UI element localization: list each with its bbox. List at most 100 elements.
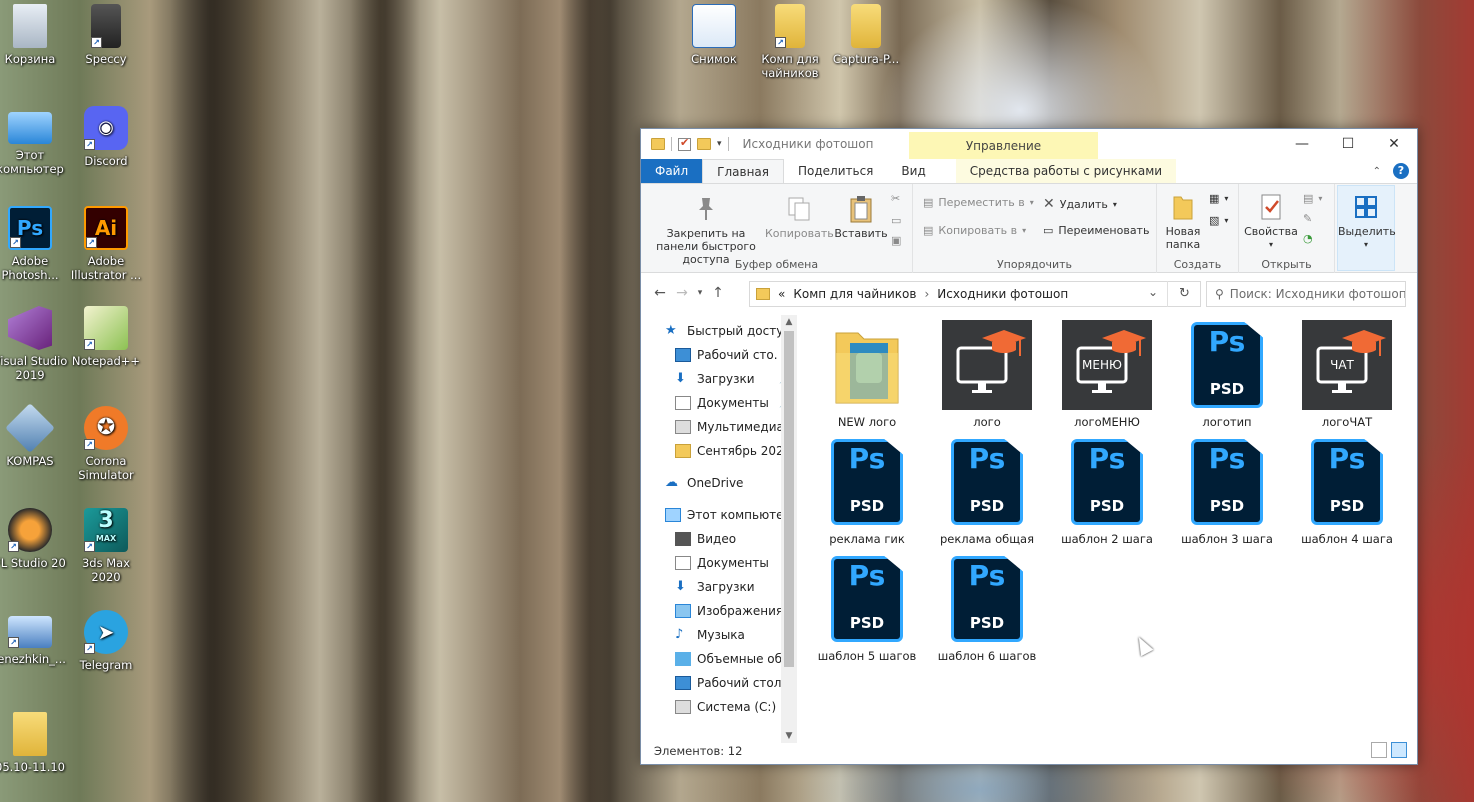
file-item[interactable]: Ps PSD шаблон 6 шагов [931,553,1043,663]
copy-to-button[interactable]: ▤ Копировать в ▾ [923,224,1026,237]
desktop-icon-captura[interactable]: Captura-P... [828,4,904,66]
breadcrumb-item[interactable]: Комп для чайников [793,287,916,301]
tab-manage[interactable]: Управление [909,132,1098,159]
desktop-icon-this-pc[interactable]: Этот компьютер [0,106,68,176]
nav-item[interactable]: Этот компьютер [641,503,797,527]
tab-picture-tools[interactable]: Средства работы с рисунками [955,159,1177,183]
nav-item[interactable]: ☁ OneDrive [641,471,797,495]
refresh-button[interactable]: ↻ [1167,281,1201,307]
breadcrumb-overflow[interactable]: « [778,287,785,301]
desktop-icon-corona[interactable]: ✪ ↗ Corona Simulator [68,406,144,482]
open-group: Свойства ▾ ▤ ▾ ✎ ◔ Открыть [1239,184,1335,273]
address-bar[interactable]: « Комп для чайников › Исходники фотошоп … [749,281,1201,307]
nav-item[interactable]: Сентябрь 2020 [641,439,797,463]
rename-button[interactable]: ▭ Переименовать [1043,224,1149,237]
customize-toolbar-icon[interactable]: ▾ [717,139,722,149]
desktop-icon-photoshop[interactable]: Ps ↗ Adobe Photosh... [0,206,68,282]
nav-item[interactable]: Видео [641,527,797,551]
desktop-icon-illustrator[interactable]: Ai ↗ Adobe Illustrator ... [68,206,144,282]
file-item[interactable]: лого [931,319,1043,429]
tab-share[interactable]: Поделиться [784,159,887,183]
nav-item[interactable]: Изображения [641,599,797,623]
file-item[interactable]: Ps PSD шаблон 3 шага [1171,436,1283,546]
file-item[interactable]: МЕНЮ логоМЕНЮ [1051,319,1163,429]
file-item[interactable]: Ps PSD шаблон 4 шага [1291,436,1403,546]
desktop-icon-fl-studio[interactable]: ↗ FL Studio 20 [0,508,68,570]
file-item[interactable]: Ps PSD логотип [1171,319,1283,429]
address-dropdown-icon[interactable]: ⌄ [1148,285,1158,299]
new-item-button[interactable]: ▦ ▾ [1209,192,1228,205]
desktop-icon-speccy[interactable]: ↗ Speccy [68,4,144,66]
nav-item[interactable]: ★ Быстрый доступ [641,319,797,343]
properties-button[interactable]: Свойства ▾ [1241,192,1301,251]
minimize-button[interactable]: — [1279,129,1325,159]
desktop-icon-telegram[interactable]: ➤ ↗ Telegram [68,610,144,672]
new-folder-button[interactable]: Новая папка [1161,192,1205,251]
nav-item[interactable]: ⬇Загрузки📌 [641,367,797,391]
close-button[interactable]: ✕ [1371,129,1417,159]
easy-access-button[interactable]: ▧ ▾ [1209,214,1228,227]
delete-button[interactable]: ✕ Удалить ▾ [1043,196,1117,212]
desktop-icon-recycle-bin[interactable]: Корзина [0,4,68,66]
file-item[interactable]: Ps PSD шаблон 2 шага [1051,436,1163,546]
back-button[interactable]: ← [649,285,671,301]
file-item[interactable]: Ps PSD реклама общая [931,436,1043,546]
title-bar[interactable]: ▾ Исходники фотошоп Управление — ☐ ✕ [641,129,1417,159]
history-button[interactable]: ◔ [1303,232,1313,245]
collapse-ribbon-icon[interactable]: ⌃ [1373,166,1381,177]
file-item[interactable]: NEW лого [811,319,923,429]
breadcrumb-item[interactable]: Исходники фотошоп [937,287,1068,301]
nav-item[interactable]: ⬇ Загрузки [641,575,797,599]
large-icons-view-button[interactable] [1391,742,1407,758]
nav-item[interactable]: Документы📌 [641,391,797,415]
desktop-icon-discord[interactable]: ◉ ↗ Discord [68,106,144,168]
search-box[interactable]: ⚲ Поиск: Исходники фотошоп [1206,281,1406,307]
details-view-button[interactable] [1371,742,1387,758]
desktop-icon-komp-dlya-chaynikov[interactable]: ↗ Комп для чайников [752,4,828,80]
copy-button[interactable]: Копировать [765,194,834,240]
open-button[interactable]: ▤ ▾ [1303,192,1322,205]
nav-item[interactable]: Объемные объ [641,647,797,671]
desktop-icon-folder-0510[interactable]: 05.10-11.10 [0,712,68,774]
select-label: Выделить [1338,225,1396,238]
paste-button[interactable]: Вставить [833,194,889,240]
nav-item[interactable]: Рабочий сто.📌 [641,343,797,367]
up-button[interactable]: ↑ [707,285,729,301]
tab-home[interactable]: Главная [702,159,784,183]
desktop-icon-remote[interactable]: ↗ lenezhkin_... [0,610,68,666]
recent-locations-button[interactable]: ▾ [693,288,707,298]
forward-button[interactable]: → [671,285,693,301]
nav-item[interactable]: Мультимедиа (I [641,415,797,439]
file-item[interactable]: Ps PSD реклама гик [811,436,923,546]
nav-item[interactable]: Рабочий стол [641,671,797,695]
nav-item[interactable]: Документы [641,551,797,575]
scrollbar-thumb[interactable] [784,331,794,667]
desktop-icon-snimok[interactable]: Снимок [676,4,752,66]
breadcrumb-separator[interactable]: › [924,287,929,301]
new-folder-icon[interactable] [697,138,711,150]
pin-quick-access-button[interactable]: Закрепить на панели быстрого доступа [647,194,765,266]
desktop-icon-kompas[interactable]: KOMPAS [0,403,68,468]
move-to-button[interactable]: ▤ Переместить в ▾ [923,196,1034,209]
edit-icon: ✎ [1303,212,1313,225]
nav-item[interactable]: ♪ Музыка [641,623,797,647]
copy-path-button[interactable]: ▭ [891,214,901,227]
navigation-scrollbar[interactable]: ▲ ▼ [781,315,797,743]
tab-view[interactable]: Вид [887,159,939,183]
paste-shortcut-button[interactable]: ▣ [891,234,901,247]
desktop-icon-3ds-max[interactable]: 3 MAX ↗ 3ds Max 2020 [68,508,144,584]
tab-file[interactable]: Файл [641,159,703,183]
edit-button[interactable]: ✎ [1303,212,1312,225]
help-button[interactable]: ? [1393,163,1409,179]
file-item[interactable]: Ps PSD шаблон 5 шагов [811,553,923,663]
scroll-up-icon[interactable]: ▲ [781,317,797,327]
file-item[interactable]: ЧАТ логоЧАТ [1291,319,1403,429]
desktop-icon-visual-studio[interactable]: Visual Studio 2019 [0,306,68,382]
select-button[interactable]: Выделить ▾ [1338,192,1396,251]
properties-icon[interactable] [678,136,691,151]
nav-item[interactable]: Система (C:) [641,695,797,719]
desktop-icon-notepad-plus-plus[interactable]: ↗ Notepad++ [68,306,144,368]
cut-button[interactable]: ✂ [891,192,900,205]
maximize-button[interactable]: ☐ [1325,129,1371,159]
window-title: Исходники фотошоп [742,137,874,151]
